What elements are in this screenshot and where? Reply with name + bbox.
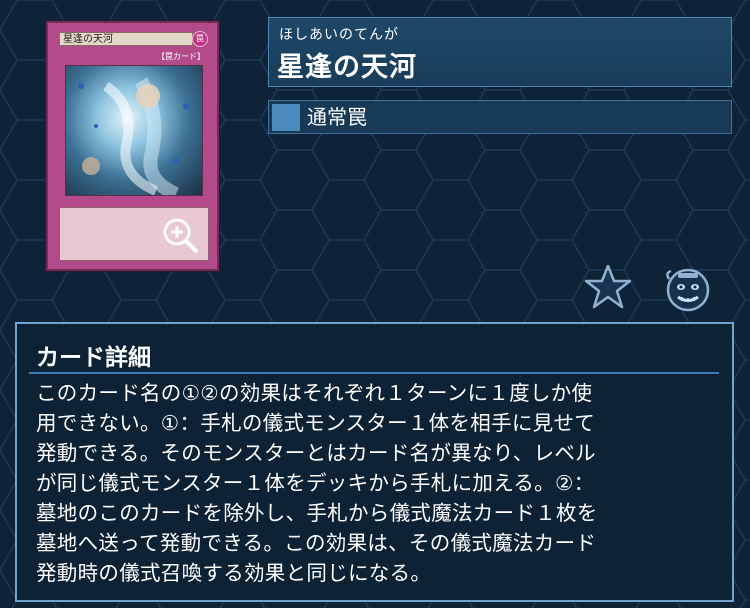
card-details-panel: カード詳細 このカード名の①②の効果はそれぞれ１ターンに１度しか使 用できない。… xyxy=(15,322,734,602)
card-thumbnail[interactable]: 星逢の天河 罠 【罠カード】 xyxy=(46,21,219,271)
favorite-star-icon[interactable] xyxy=(583,263,633,311)
card-details-divider xyxy=(29,372,719,374)
card-thumbnail-title: 星逢の天河 xyxy=(59,32,193,46)
card-name-ruby: ほしあいのてんが xyxy=(279,27,399,43)
card-name: 星逢の天河 xyxy=(277,52,417,83)
card-name-panel: ほしあいのてんが 星逢の天河 xyxy=(268,17,732,87)
card-type-label: 通常罠 xyxy=(307,105,367,129)
trap-attribute-icon: 罠 xyxy=(192,31,208,47)
card-artwork xyxy=(65,65,203,196)
trap-type-icon xyxy=(272,104,300,131)
card-details-heading: カード詳細 xyxy=(36,345,151,371)
card-type-panel: 通常罠 xyxy=(268,100,732,134)
card-effect-text: このカード名の①②の効果はそれぞれ１ターンに１度しか使 用できない。①：手札の儀… xyxy=(36,381,598,585)
pot-of-greed-icon[interactable] xyxy=(661,263,711,313)
zoom-in-icon[interactable] xyxy=(160,215,200,255)
card-thumbnail-type: 【罠カード】 xyxy=(157,52,205,61)
